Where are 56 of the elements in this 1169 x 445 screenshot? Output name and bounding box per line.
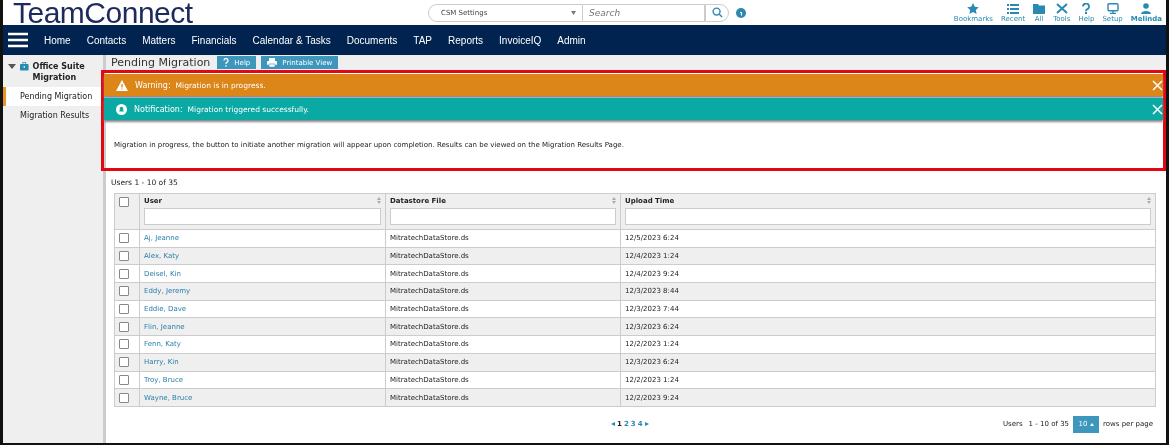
user-icon <box>1140 2 1153 14</box>
row-checkbox[interactable] <box>119 321 129 332</box>
nav-menu-item[interactable]: TAP <box>413 34 433 46</box>
caret-icon <box>1089 423 1094 427</box>
nav-menu-item[interactable]: InvoiceIQ <box>499 34 542 46</box>
row-checkbox[interactable] <box>119 251 129 262</box>
row-checkbox[interactable] <box>119 286 129 297</box>
nav-menu-item[interactable]: Reports <box>448 34 484 46</box>
help-icon <box>223 58 230 67</box>
row-checkbox[interactable] <box>119 374 129 385</box>
next-page-icon[interactable] <box>644 422 649 427</box>
close-icon[interactable] <box>1152 103 1163 115</box>
sort-icon[interactable] <box>612 197 616 204</box>
nav-menu-item[interactable]: Matters <box>142 34 176 46</box>
star-icon <box>967 2 980 14</box>
row-checkbox[interactable] <box>119 268 129 279</box>
filter-field[interactable] <box>390 208 616 225</box>
search-field[interactable]: Search <box>583 3 705 22</box>
bell-icon <box>116 103 127 115</box>
filter-field[interactable] <box>625 208 1151 225</box>
printer-icon <box>267 58 278 67</box>
sort-icon[interactable] <box>377 197 381 204</box>
monitor-icon <box>1106 2 1119 14</box>
help-icon <box>1080 2 1093 14</box>
search-icon <box>711 7 723 18</box>
alert-label: Notification: <box>134 104 183 114</box>
caret-icon <box>571 10 576 15</box>
nav-menu-item[interactable]: Contacts <box>86 34 127 46</box>
info-icon[interactable] <box>736 7 746 18</box>
logo: TeamConnect <box>13 0 194 25</box>
menu-icon[interactable] <box>8 32 28 48</box>
search-button[interactable] <box>705 3 729 22</box>
sidebar-title: Office Suite Migration <box>32 61 86 83</box>
sidebar-item[interactable]: Pending Migration <box>3 87 103 106</box>
row-checkbox[interactable] <box>119 233 129 244</box>
row-checkbox[interactable] <box>119 339 129 350</box>
sidebar-item[interactable]: Migration Results <box>3 106 103 125</box>
filter-field[interactable] <box>144 208 381 225</box>
briefcase-icon <box>20 61 29 72</box>
nav-menu-item[interactable]: Documents <box>346 34 398 46</box>
warning-icon <box>116 79 128 91</box>
sort-icon[interactable] <box>1147 197 1151 204</box>
row-checkbox[interactable] <box>119 304 129 315</box>
row-checkbox[interactable] <box>119 357 129 368</box>
nav-menu-item[interactable]: Calendar & Tasks <box>252 34 331 46</box>
nav-menu-item[interactable]: Admin <box>557 34 586 46</box>
nav-menu-item[interactable]: Financials <box>191 34 237 46</box>
select-all-checkbox[interactable] <box>119 197 129 207</box>
page-title: Pending Migration <box>111 56 211 69</box>
previous-page-icon[interactable] <box>611 422 615 427</box>
close-icon[interactable] <box>1152 79 1163 91</box>
folder-icon <box>1033 2 1046 14</box>
list-icon <box>1007 2 1020 14</box>
nav-menu-item[interactable]: Home <box>44 34 71 46</box>
alert-label: Warning: <box>135 80 171 90</box>
row-checkbox[interactable] <box>119 392 129 403</box>
